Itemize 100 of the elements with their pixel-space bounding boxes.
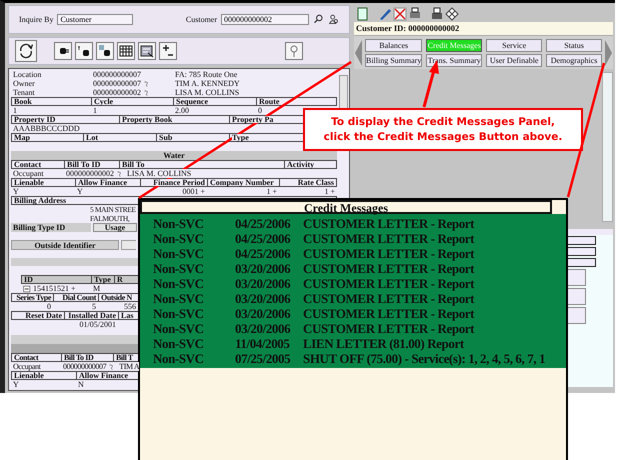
person-search-icon bbox=[328, 14, 339, 25]
table-cell: Occupant bbox=[13, 169, 44, 178]
table-cell: Location bbox=[13, 70, 42, 79]
message-description: CUSTOMER LETTER - Report bbox=[303, 306, 476, 321]
toolbar-button[interactable] bbox=[96, 42, 114, 60]
input-field[interactable] bbox=[565, 258, 596, 267]
document-icon bbox=[356, 6, 370, 20]
toolbar-button[interactable] bbox=[54, 42, 72, 60]
table-cell: Y bbox=[13, 187, 19, 196]
column-header: Company Number bbox=[210, 179, 274, 186]
tab[interactable]: Service bbox=[486, 38, 542, 52]
message-description: CUSTOMER LETTER - Report bbox=[303, 216, 476, 231]
refresh-button[interactable] bbox=[15, 40, 37, 62]
message-date: 03/20/2006 bbox=[235, 306, 292, 321]
section-header: Outside Identifier bbox=[11, 240, 119, 250]
tab[interactable]: Status bbox=[546, 38, 602, 52]
table-cell: 000000000007 bbox=[93, 70, 141, 79]
field-label: Inquire By bbox=[19, 15, 54, 24]
message-date: 04/25/2006 bbox=[235, 231, 292, 246]
message-date: 04/25/2006 bbox=[235, 246, 292, 261]
message-description: CUSTOMER LETTER - Report bbox=[303, 276, 476, 291]
column-header: Bill To ID bbox=[67, 161, 100, 168]
column-header: Property ID bbox=[14, 116, 56, 123]
input-field[interactable] bbox=[565, 236, 596, 245]
column-header: Property Pa bbox=[232, 116, 274, 123]
table-cell: 1 + bbox=[266, 187, 277, 196]
table-cell: Owner bbox=[13, 79, 35, 88]
toolbar-button[interactable] bbox=[138, 42, 156, 60]
table-cell: 2.00 bbox=[175, 106, 189, 115]
tab[interactable]: Demographics bbox=[546, 54, 602, 66]
column-header: Bill T bbox=[116, 354, 133, 361]
table-cell: 1 bbox=[13, 106, 17, 115]
toolbar-button[interactable] bbox=[159, 42, 177, 60]
table-cell: Y bbox=[13, 380, 19, 389]
message-date: 03/20/2006 bbox=[235, 291, 292, 306]
dialog-title: Credit Messages bbox=[140, 200, 552, 214]
message-description: CUSTOMER LETTER - Report bbox=[303, 291, 476, 306]
table-cell: LISA M. COLLINS bbox=[127, 169, 192, 178]
pattern-icon bbox=[445, 6, 459, 20]
callout-text: click the Credit Messages Button above. bbox=[324, 130, 562, 144]
message-description: SHUT OFF (75.00) - Service(s): 1, 2, 4, 5, 6, 7, 1 bbox=[303, 351, 546, 366]
field-label: Customer bbox=[186, 15, 217, 24]
plug-icon bbox=[98, 44, 112, 58]
column-header: Contact bbox=[14, 161, 42, 168]
cross-icon bbox=[393, 6, 407, 20]
table-cell: 0 bbox=[47, 302, 51, 312]
toolbar-button[interactable] bbox=[75, 42, 93, 60]
message-description: LIEN LETTER (81.00) Report bbox=[303, 336, 466, 351]
message-description: CUSTOMER LETTER - Report bbox=[303, 231, 476, 246]
table-cell: M bbox=[93, 284, 100, 294]
table-cell: FA: 785 Route One bbox=[175, 70, 238, 79]
table-cell: Tenant bbox=[13, 88, 35, 97]
column-header: R bbox=[117, 276, 123, 284]
message-type: Non-SVC bbox=[153, 246, 205, 261]
table-cell: 0 bbox=[258, 106, 262, 115]
table-cell: 0001 + bbox=[182, 187, 205, 196]
column-header: Allow Finance bbox=[78, 179, 128, 186]
table-cell: 000000000007 bbox=[63, 362, 106, 371]
lookup-icon bbox=[108, 362, 116, 370]
column-header: Finance Period bbox=[153, 179, 205, 186]
table-cell: 000000000007 bbox=[93, 79, 141, 88]
column-header: Series Type bbox=[16, 294, 51, 302]
message-date: 03/20/2006 bbox=[235, 321, 292, 336]
message-description: CUSTOMER LETTER - Report bbox=[303, 321, 476, 336]
column-header: Lienable bbox=[14, 372, 44, 379]
table-cell: 5 bbox=[92, 302, 96, 312]
message-type: Non-SVC bbox=[153, 216, 205, 231]
message-type: Non-SVC bbox=[153, 351, 205, 366]
message-description: CUSTOMER LETTER - Report bbox=[303, 246, 476, 261]
scrollbar[interactable] bbox=[602, 72, 613, 222]
callout-text: To display the Credit Messages Panel, bbox=[331, 114, 555, 130]
usage-field[interactable]: Usage bbox=[93, 223, 137, 232]
search-type-field[interactable]: Customer bbox=[57, 14, 134, 25]
table-cell: Y bbox=[77, 187, 83, 196]
table-cell: 01/05/2001 bbox=[80, 320, 116, 330]
column-header: Activity bbox=[287, 161, 314, 168]
account-number-field[interactable]: 000000000002 bbox=[221, 14, 309, 25]
toolbar-button[interactable] bbox=[117, 42, 135, 60]
grid-icon bbox=[119, 44, 133, 58]
input-field[interactable] bbox=[565, 247, 596, 256]
field-label: Billing Type ID bbox=[11, 223, 91, 232]
table-cell: 556 bbox=[124, 302, 136, 312]
tab[interactable]: User Definable bbox=[486, 54, 542, 66]
tab[interactable]: Billing Summary bbox=[365, 54, 422, 66]
table-cell: TIM A. KENNEDY bbox=[175, 79, 240, 88]
message-type: Non-SVC bbox=[153, 291, 205, 306]
plus-minus-icon bbox=[161, 44, 175, 58]
tab[interactable]: Balances bbox=[365, 38, 422, 52]
column-header: Allow Finance bbox=[79, 372, 128, 379]
message-type: Non-SVC bbox=[153, 321, 205, 336]
table-cell: 000000000002 bbox=[66, 169, 114, 178]
column-header: Sequence bbox=[176, 98, 208, 105]
input-field[interactable] bbox=[121, 240, 136, 250]
column-header: Map bbox=[14, 134, 30, 141]
message-type: Non-SVC bbox=[153, 306, 205, 321]
table-cell: AAABBBCCCDDD bbox=[13, 124, 80, 133]
message-date: 07/25/2005 bbox=[235, 351, 292, 366]
tab[interactable]: Trans. Summary bbox=[426, 54, 482, 66]
message-date: 03/20/2006 bbox=[235, 261, 292, 276]
scrollbar[interactable] bbox=[339, 75, 348, 109]
